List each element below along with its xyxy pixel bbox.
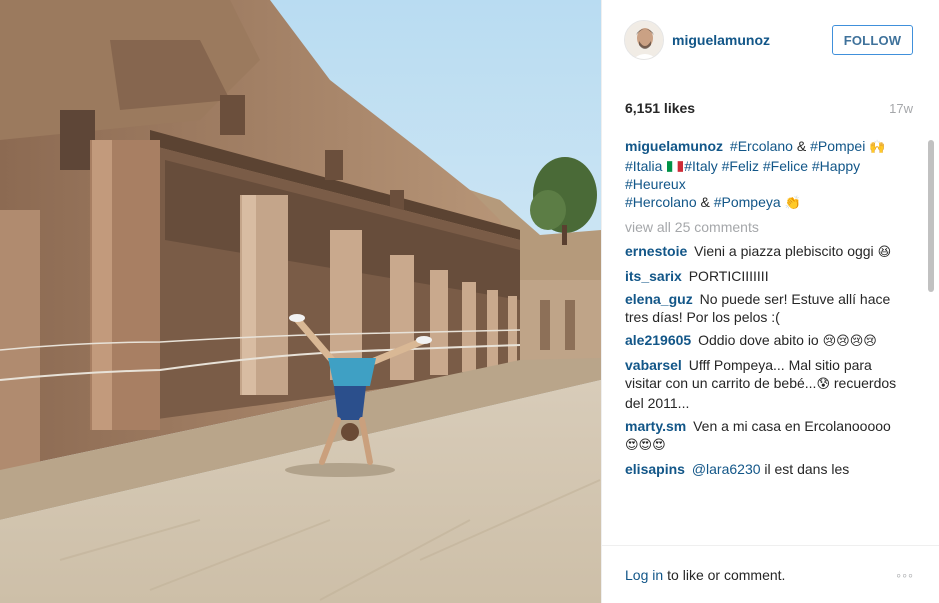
italy-flag-icon [667, 161, 684, 172]
raised-hands-icon: 🙌 [869, 140, 886, 155]
comment-username[interactable]: elisapins [625, 461, 685, 477]
caption-text: & [796, 138, 807, 154]
footer-text: to like or comment. [667, 566, 786, 583]
follow-button[interactable]: FOLLOW [832, 25, 913, 55]
comment-text: Oddio dove abito io [698, 332, 819, 348]
avatar[interactable] [624, 20, 664, 60]
view-all-comments-link[interactable]: view all 25 comments [625, 218, 920, 236]
list-item: marty.sm Ven a mi casa en Ercolanooooo 😍… [625, 417, 920, 455]
avatar-image [625, 21, 663, 59]
comment-username[interactable]: ernestoie [625, 243, 687, 259]
fearful-face-icon: 😰 [816, 377, 830, 392]
hashtag[interactable]: #Happy [812, 158, 860, 174]
comment-text: PORTICIIIIIII [688, 268, 769, 284]
post-stats: 6,151 likes 17w [625, 100, 913, 116]
comment-username[interactable]: elena_guz [625, 291, 693, 307]
caption: miguelamunoz #Ercolano & #Pompei 🙌 #Ital… [625, 137, 920, 213]
caption-text: & [700, 194, 710, 210]
hashtag[interactable]: #Felice [763, 158, 808, 174]
hashtag[interactable]: #Feliz [722, 158, 759, 174]
hashtag[interactable]: #Italy [684, 158, 717, 174]
caption-username[interactable]: miguelamunoz [625, 138, 723, 154]
comments-scrollbar[interactable] [928, 140, 934, 530]
list-item: its_sarix PORTICIIIIIII [625, 267, 920, 285]
post-username[interactable]: miguelamunoz [672, 32, 832, 48]
clapping-hands-icon: 👏 [784, 196, 801, 211]
hashtag[interactable]: #Hercolano [625, 194, 697, 210]
post-photo[interactable] [0, 0, 601, 603]
post-age[interactable]: 17w [889, 101, 913, 116]
post-footer: Log in to like or comment. ◦◦◦ [602, 545, 939, 603]
list-item: elisapins @lara6230 il est dans les [625, 460, 920, 478]
heart-eyes-icon: 😍😍😍 [625, 438, 666, 453]
photo-illustration [0, 0, 601, 603]
login-link[interactable]: Log in [625, 567, 663, 583]
hashtag[interactable]: #Heureux [625, 176, 686, 192]
post-side-panel: miguelamunoz FOLLOW 6,151 likes 17w migu… [601, 0, 939, 603]
list-item: ernestoie Vieni a piazza plebiscito oggi… [625, 242, 920, 262]
likes-count[interactable]: 6,151 likes [625, 100, 695, 116]
comment-text: Vieni a piazza plebiscito oggi [694, 243, 874, 259]
comment-username[interactable]: marty.sm [625, 418, 686, 434]
list-item: vabarsel Ufff Pompeya... Mal sitio para … [625, 356, 920, 412]
comment-username[interactable]: its_sarix [625, 268, 682, 284]
list-item: ale219605 Oddio dove abito io 😢😢😢😢 [625, 331, 920, 351]
crying-face-icon: 😢😢😢😢 [822, 334, 877, 349]
hashtag[interactable]: #Pompei [810, 138, 865, 154]
hashtag[interactable]: #Ercolano [730, 138, 793, 154]
post-header: miguelamunoz FOLLOW [602, 0, 939, 80]
list-item: elena_guz No puede ser! Estuve allí hace… [625, 290, 920, 326]
hashtag[interactable]: #Pompeya [714, 194, 781, 210]
comments-list[interactable]: miguelamunoz #Ercolano & #Pompei 🙌 #Ital… [625, 137, 920, 535]
more-options-icon[interactable]: ◦◦◦ [896, 567, 914, 583]
comment-username[interactable]: vabarsel [625, 357, 682, 373]
mention-link[interactable]: @lara6230 [692, 461, 761, 477]
comment-username[interactable]: ale219605 [625, 332, 691, 348]
comment-text: il est dans les [764, 461, 850, 477]
comment-text: Ven a mi casa en Ercolanooooo [693, 418, 891, 434]
scrollbar-thumb[interactable] [928, 140, 934, 292]
hashtag[interactable]: #Italia [625, 158, 662, 174]
laughing-face-icon: 😆 [877, 245, 892, 260]
